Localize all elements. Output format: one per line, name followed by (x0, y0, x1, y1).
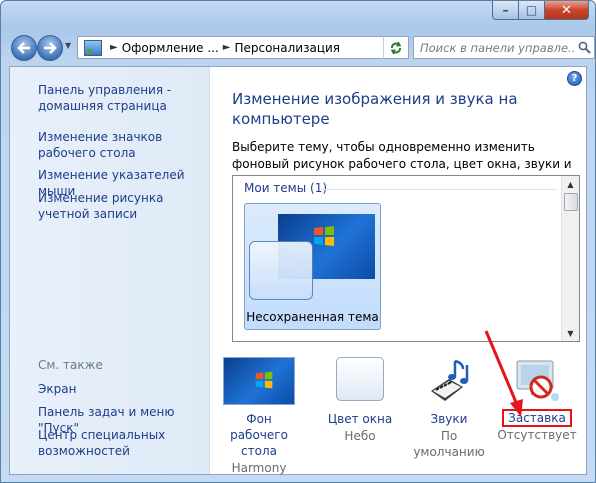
windows-logo-icon (314, 226, 334, 246)
sidebar-link-desktop-icons[interactable]: Изменение значков рабочего стола (38, 129, 208, 161)
main-panel: ? Изменение изображения и звука на компь… (210, 67, 586, 475)
sidebar-link-account-picture[interactable]: Изменение рисунка учетной записи (38, 190, 208, 222)
control-panel-icon (84, 39, 102, 56)
theme-list-scrollbar[interactable]: ▲ ▼ (561, 176, 579, 341)
setting-label[interactable]: Цвет окна (318, 411, 402, 427)
breadcrumb-appearance[interactable]: Оформление ... (122, 41, 219, 55)
content-area: Панель управления - домашняя страница Из… (9, 66, 587, 475)
window-controls: – □ ✕ (492, 1, 589, 20)
desktop-background-icon (223, 357, 295, 405)
color-swatch (336, 357, 384, 401)
theme-name: Несохраненная тема (246, 310, 379, 324)
minimize-button[interactable]: – (492, 1, 519, 20)
back-button[interactable] (11, 35, 37, 61)
group-divider (321, 189, 557, 190)
chevron-right-icon[interactable]: ► (223, 42, 231, 53)
scroll-up-icon[interactable]: ▲ (562, 176, 579, 192)
sounds-icon (413, 357, 485, 405)
theme-group-label[interactable]: Мои темы (1) (244, 181, 327, 195)
recent-pages-dropdown-icon[interactable]: ▼ (65, 41, 71, 50)
window-color-icon (324, 357, 396, 405)
setting-value: Harmony (231, 461, 287, 475)
see-also-ease-of-access[interactable]: Центр специальных возможностей (38, 427, 208, 459)
setting-window-color[interactable]: Цвет окна Небо (318, 357, 402, 444)
theme-settings-bar: Фон рабочего стола Harmony Цвет окна Неб… (210, 330, 586, 475)
wallpaper-thumbnail (223, 357, 295, 405)
help-icon[interactable]: ? (567, 71, 582, 86)
forward-arrow-icon (44, 42, 57, 54)
window-frame: – □ ✕ ▼ ► Оформление ... ► Персонализаци… (0, 0, 596, 483)
chevron-right-icon[interactable]: ► (110, 42, 118, 53)
search-box[interactable]: Поиск в панели управле... (413, 36, 595, 59)
setting-label[interactable]: Фон рабочего стола (216, 411, 302, 459)
scroll-down-icon[interactable]: ▼ (562, 325, 579, 341)
search-input[interactable]: Поиск в панели управле... (414, 41, 574, 55)
maximize-button[interactable]: □ (519, 1, 545, 20)
theme-tile-unsaved[interactable]: Несохраненная тема (244, 203, 381, 330)
red-arrow-annotation (484, 330, 523, 417)
page-title: Изменение изображения и звука на компьют… (232, 90, 518, 128)
search-icon[interactable] (574, 41, 594, 54)
setting-value: По умолчанию (413, 429, 485, 459)
setting-value: Небо (344, 429, 376, 443)
navigation-bar: ▼ ► Оформление ... ► Персонализация ▼ По… (9, 33, 595, 61)
close-button[interactable]: ✕ (545, 1, 589, 20)
setting-desktop-background[interactable]: Фон рабочего стола Harmony (216, 357, 302, 476)
forward-button[interactable] (37, 35, 63, 61)
refresh-button[interactable] (383, 36, 409, 59)
theme-list: Мои темы (1) Несохраненная тема ▲ ▼ (232, 175, 580, 342)
sidebar: Панель управления - домашняя страница Из… (10, 67, 210, 474)
sidebar-link-control-panel-home[interactable]: Панель управления - домашняя страница (38, 82, 208, 114)
window-glass-preview (249, 241, 313, 300)
scroll-thumb[interactable] (564, 193, 578, 211)
address-bar[interactable]: ► Оформление ... ► Персонализация ▼ (77, 36, 409, 59)
back-arrow-icon (17, 42, 30, 54)
see-also-heading: См. также (38, 358, 103, 372)
see-also-display[interactable]: Экран (38, 381, 208, 397)
setting-value: Отсутствует (497, 428, 577, 442)
refresh-icon (390, 41, 402, 54)
breadcrumb-personalization[interactable]: Персонализация (234, 41, 340, 55)
windows-logo-icon (255, 371, 273, 389)
